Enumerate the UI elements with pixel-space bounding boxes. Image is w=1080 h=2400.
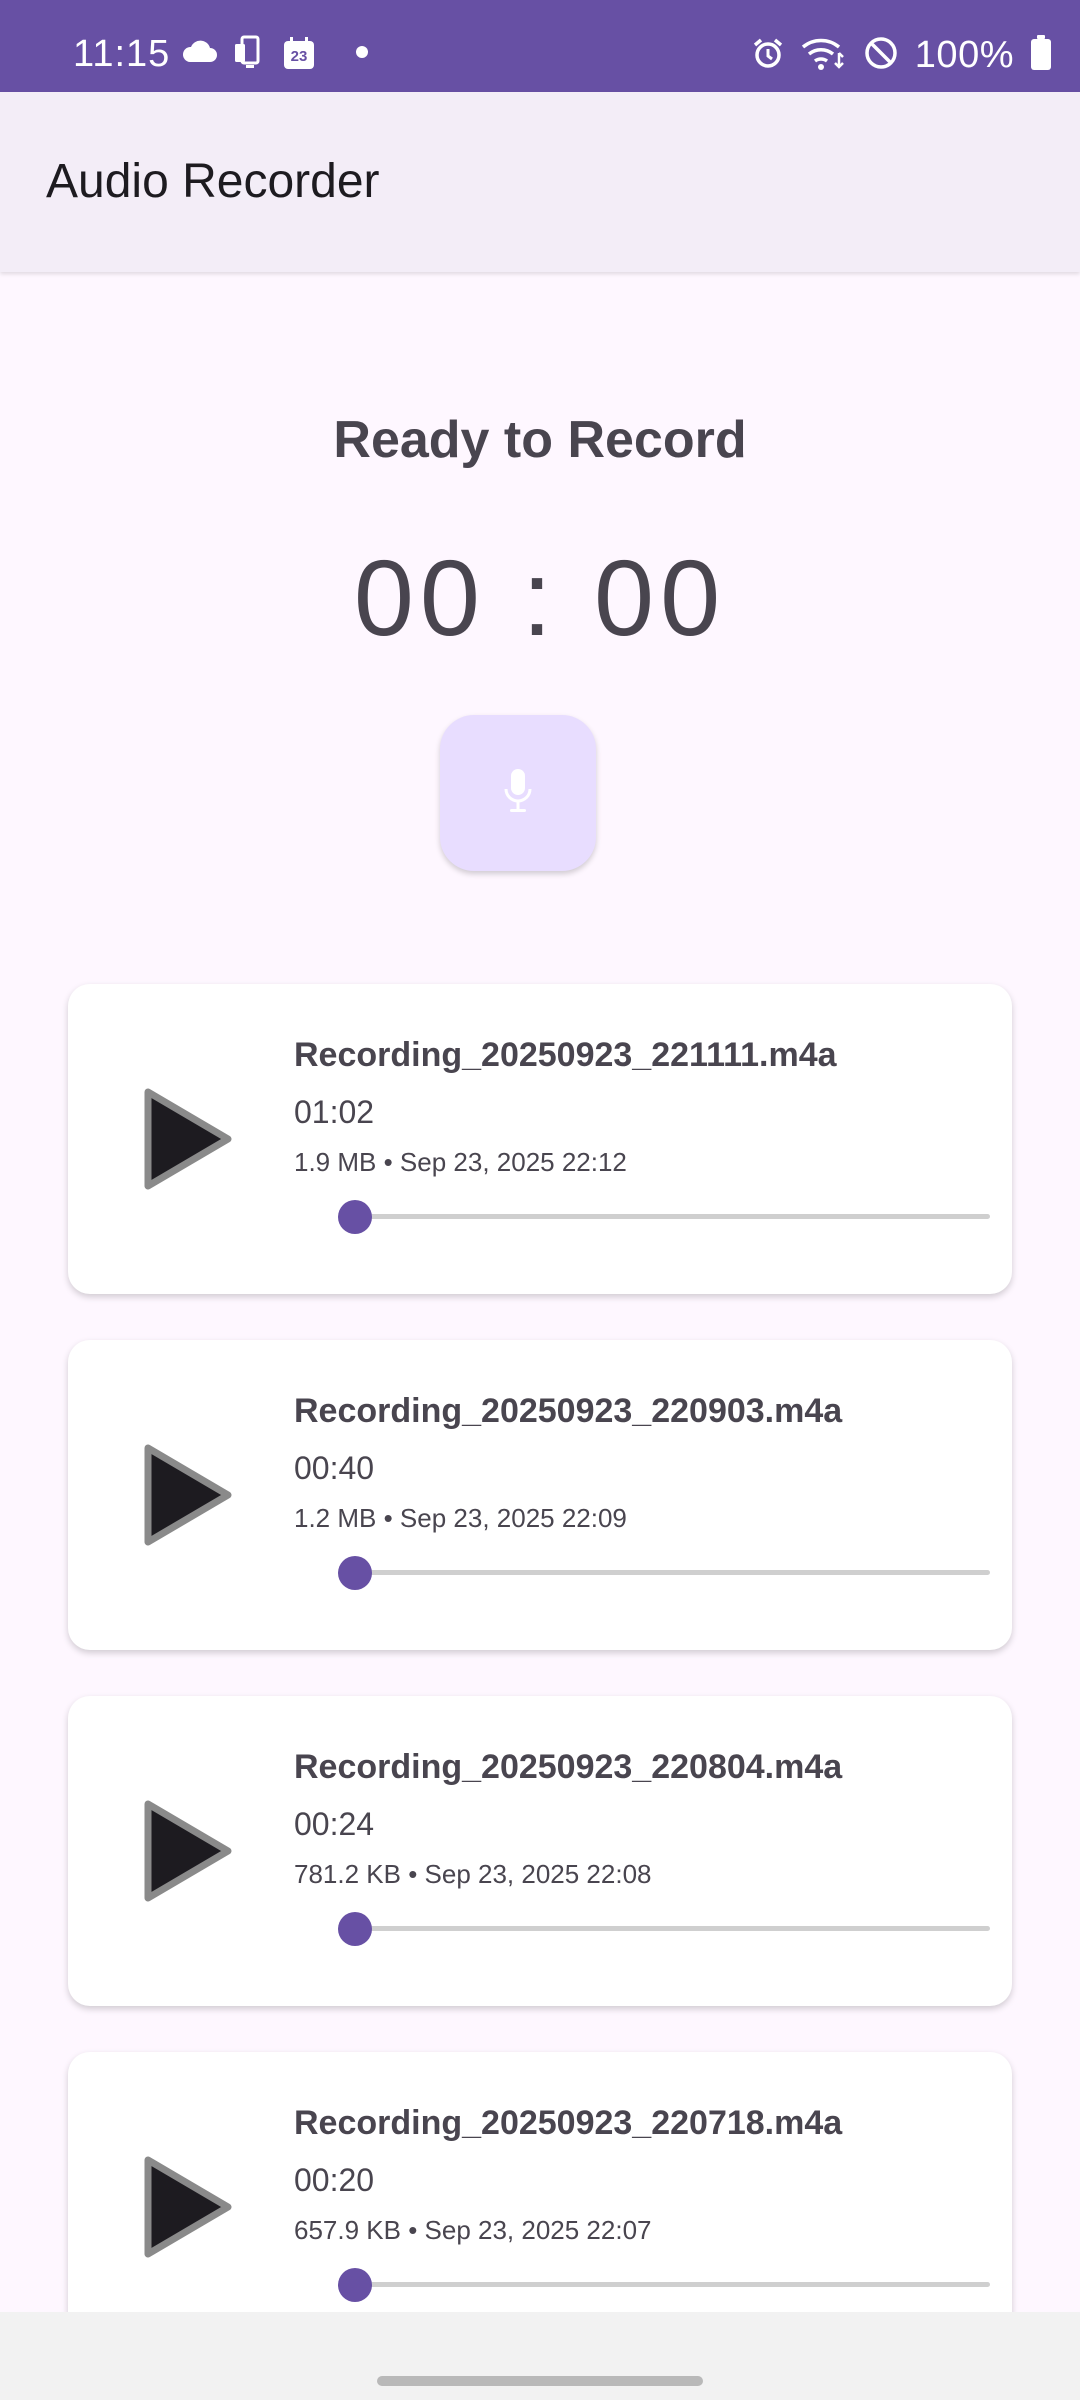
record-button[interactable] — [440, 715, 596, 871]
recording-name: Recording_20250923_221111.m4a — [294, 1036, 837, 1074]
playback-slider[interactable] — [338, 1908, 990, 1948]
slider-thumb[interactable] — [338, 2268, 372, 2302]
play-icon — [144, 1444, 232, 1546]
wifi-icon — [801, 35, 847, 76]
recording-card: Recording_20250923_220804.m4a 00:24 781.… — [68, 1696, 1012, 2006]
status-left-icons: 23 — [182, 34, 368, 74]
recording-meta: 1.9 MB • Sep 23, 2025 22:12 — [294, 1147, 627, 1177]
do-not-disturb-icon — [863, 35, 899, 76]
calendar-day: 23 — [290, 48, 308, 65]
playback-slider[interactable] — [338, 1196, 990, 1236]
play-button[interactable] — [130, 1786, 250, 1916]
recording-card: Recording_20250923_220718.m4a 00:20 657.… — [68, 2052, 1012, 2312]
dot-icon — [356, 45, 368, 63]
playback-slider[interactable] — [338, 1552, 990, 1592]
play-icon — [144, 1088, 232, 1190]
recording-duration: 00:40 — [294, 1450, 375, 1486]
alarm-icon — [751, 36, 785, 75]
device-transfer-icon — [232, 34, 268, 75]
app-title: Audio Recorder — [46, 155, 380, 208]
battery-percent: 100% — [914, 33, 1014, 76]
status-time: 11:15 — [73, 33, 171, 75]
recording-name: Recording_20250923_220718.m4a — [294, 2104, 843, 2142]
recordings-list[interactable]: Recording_20250923_221111.m4a 01:02 1.9 … — [0, 960, 1080, 2312]
play-button[interactable] — [130, 2142, 250, 2272]
recording-duration: 00:20 — [294, 2162, 375, 2198]
play-icon — [144, 1800, 232, 1902]
recording-meta: 1.2 MB • Sep 23, 2025 22:09 — [294, 1503, 627, 1533]
slider-thumb[interactable] — [338, 1556, 372, 1590]
calendar-icon: 23 — [282, 37, 316, 71]
play-icon — [144, 2156, 232, 2258]
play-button[interactable] — [130, 1430, 250, 1560]
recording-meta: 781.2 KB • Sep 23, 2025 22:08 — [294, 1859, 652, 1889]
recording-name: Recording_20250923_220903.m4a — [294, 1392, 843, 1430]
recording-meta: 657.9 KB • Sep 23, 2025 22:07 — [294, 2215, 652, 2245]
recording-timer: 00 : 00 — [353, 537, 727, 658]
recording-card: Recording_20250923_220903.m4a 00:40 1.2 … — [68, 1340, 1012, 1650]
play-button[interactable] — [130, 1074, 250, 1204]
slider-track — [338, 2282, 990, 2287]
cloud-icon — [182, 40, 218, 69]
top-app-bar: Audio Recorder — [0, 92, 1080, 272]
playback-slider[interactable] — [338, 2264, 990, 2304]
microphone-icon — [503, 767, 533, 820]
battery-icon — [1030, 34, 1052, 76]
slider-thumb[interactable] — [338, 1912, 372, 1946]
system-navigation-bar — [0, 2312, 1080, 2400]
recording-name: Recording_20250923_220804.m4a — [294, 1748, 843, 1786]
slider-track — [338, 1570, 990, 1575]
status-bar: 11:15 23 100% — [0, 0, 1080, 92]
recording-card: Recording_20250923_221111.m4a 01:02 1.9 … — [68, 984, 1012, 1294]
slider-track — [338, 1214, 990, 1219]
recorder-status: Ready to Record — [333, 411, 747, 469]
recording-duration: 01:02 — [294, 1094, 375, 1130]
home-indicator[interactable] — [377, 2376, 703, 2386]
status-right-icons: 100% — [751, 30, 1052, 80]
slider-track — [338, 1926, 990, 1931]
slider-thumb[interactable] — [338, 1200, 372, 1234]
recording-duration: 00:24 — [294, 1806, 375, 1842]
